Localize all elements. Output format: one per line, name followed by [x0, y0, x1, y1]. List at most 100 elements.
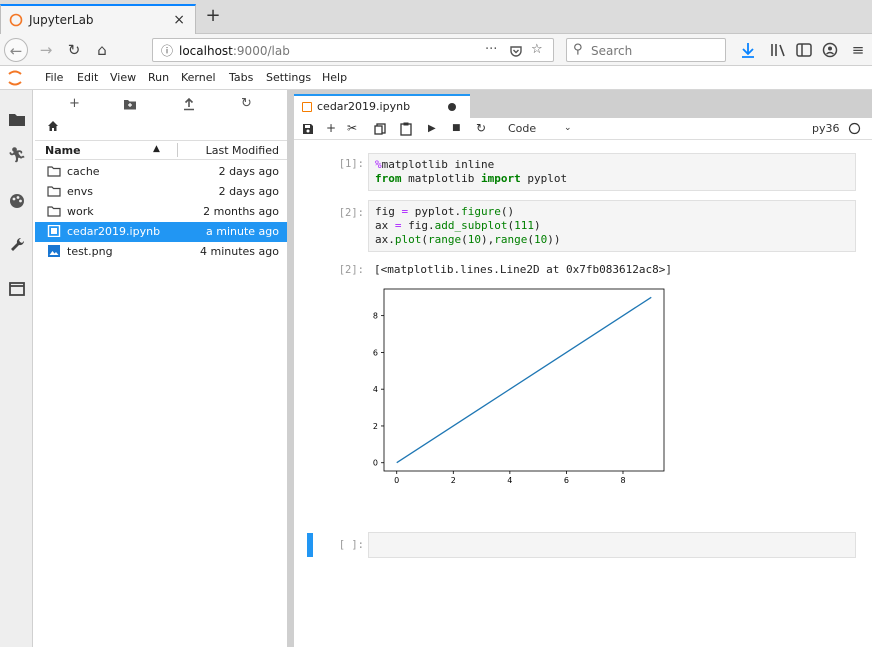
code-cell-input[interactable]: fig = pyplot.figure() ax = fig.add_subpl… [368, 200, 856, 252]
browser-nav-bar: ← → ↻ ⌂ ⓘ localhost:9000/lab ··· ☆ ⚲ Sea… [0, 34, 872, 66]
notebook-panel: + ✂ ▶ ■ ↻ Code ⌄ py36 [1]: %matplotlib i… [294, 118, 872, 647]
y-tick-label: 2 [373, 422, 378, 431]
menu-settings[interactable]: Settings [266, 71, 311, 84]
url-text: localhost:9000/lab [179, 44, 290, 58]
wrench-icon[interactable] [6, 234, 28, 256]
file-name: envs [67, 185, 93, 198]
new-tab-button[interactable]: + [200, 4, 226, 30]
file-row[interactable]: test.png 4 minutes ago [35, 242, 287, 262]
browser-tab[interactable]: JupyterLab × [0, 4, 196, 34]
jupyter-favicon-icon [9, 13, 23, 27]
cut-icon[interactable]: ✂ [347, 121, 357, 135]
reload-icon[interactable]: ↻ [62, 38, 86, 62]
notebook-icon [47, 225, 61, 237]
browser-tab-strip: JupyterLab × + [0, 0, 872, 34]
page-actions-icon[interactable]: ··· [485, 42, 497, 57]
code-cell-input[interactable]: %matplotlib inline from matplotlib impor… [368, 153, 856, 191]
x-tick-label: 4 [507, 476, 512, 485]
file-name: cache [67, 165, 100, 178]
kernel-status-icon [848, 122, 861, 135]
copy-icon[interactable] [374, 123, 386, 135]
menu-kernel[interactable]: Kernel [181, 71, 216, 84]
folder-icon [47, 186, 61, 197]
kernel-name[interactable]: py36 [812, 122, 840, 135]
run-icon[interactable]: ▶ [428, 123, 436, 134]
file-row[interactable]: work 2 months ago [35, 202, 287, 222]
back-arrow-icon[interactable]: ← [4, 38, 28, 62]
output-prompt: [2]: [338, 264, 364, 276]
file-modified: 2 days ago [218, 165, 279, 178]
cell-type-select[interactable]: Code [508, 122, 536, 135]
left-icon-sidebar: 🏃︎ [0, 90, 33, 647]
y-tick-label: 0 [373, 459, 378, 468]
menu-run[interactable]: Run [148, 71, 169, 84]
chevron-down-icon[interactable]: ⌄ [564, 123, 572, 133]
refresh-icon[interactable]: ↻ [241, 96, 252, 111]
file-name: work [67, 205, 94, 218]
modified-column-header[interactable]: Last Modified [206, 144, 279, 157]
url-bar[interactable]: ⓘ localhost:9000/lab ··· ☆ [152, 38, 554, 62]
paste-icon[interactable] [400, 122, 412, 136]
forward-arrow-icon[interactable]: → [34, 38, 58, 62]
search-icon: ⚲ [573, 42, 583, 57]
new-launcher-icon[interactable]: + [69, 96, 80, 111]
cell-prompt: [ ]: [338, 539, 364, 551]
active-cell-indicator [307, 533, 313, 557]
y-tick-label: 4 [373, 385, 378, 394]
menu-hamburger-icon[interactable]: ≡ [846, 38, 870, 62]
sidebar-toggle-icon[interactable] [792, 38, 816, 62]
search-placeholder: Search [591, 44, 633, 58]
file-row[interactable]: envs 2 days ago [35, 182, 287, 202]
tabs-icon[interactable] [6, 278, 28, 300]
notebook-tab[interactable]: cedar2019.ipynb [294, 94, 470, 118]
home-icon[interactable]: ⌂ [90, 38, 114, 62]
close-tab-icon[interactable]: × [173, 12, 185, 28]
menu-help[interactable]: Help [322, 71, 347, 84]
restart-icon[interactable]: ↻ [476, 121, 486, 135]
menu-view[interactable]: View [110, 71, 136, 84]
library-icon[interactable] [766, 38, 790, 62]
x-tick-label: 6 [564, 476, 569, 485]
notebook-icon [302, 102, 312, 112]
search-input[interactable]: ⚲ Search [566, 38, 726, 62]
image-file-icon [48, 245, 60, 257]
running-icon[interactable]: 🏃︎ [6, 146, 28, 168]
home-folder-icon[interactable] [47, 120, 59, 132]
browser-tab-title: JupyterLab [29, 13, 94, 27]
folder-icon[interactable] [6, 108, 28, 130]
x-tick-label: 0 [394, 476, 399, 485]
stop-icon[interactable]: ■ [452, 123, 461, 133]
save-icon[interactable] [302, 123, 314, 135]
bookmark-star-icon[interactable]: ☆ [531, 42, 543, 57]
file-list-header: Name ▲ Last Modified [35, 140, 287, 160]
menu-file[interactable]: File [45, 71, 63, 84]
new-folder-icon[interactable] [123, 98, 137, 110]
jupyter-logo-icon [8, 70, 22, 86]
pocket-icon[interactable] [509, 44, 523, 58]
menu-tabs[interactable]: Tabs [229, 71, 253, 84]
code-cell-input-empty[interactable] [368, 532, 856, 558]
unsaved-indicator-icon[interactable] [448, 103, 456, 111]
file-row-selected[interactable]: cedar2019.ipynb a minute ago [35, 222, 287, 242]
file-modified: a minute ago [206, 225, 279, 238]
file-modified: 4 minutes ago [200, 245, 279, 258]
file-name: cedar2019.ipynb [67, 225, 161, 238]
sort-caret-icon: ▲ [153, 144, 160, 154]
x-tick-label: 2 [451, 476, 456, 485]
insert-cell-icon[interactable]: + [326, 121, 336, 135]
upload-icon[interactable] [183, 97, 195, 111]
jupyter-menu-bar: File Edit View Run Kernel Tabs Settings … [0, 66, 872, 90]
file-browser: + ↻ Name ▲ Last Modified cache 2 days ag… [33, 90, 288, 647]
cell-prompt: [1]: [338, 158, 364, 170]
file-name: test.png [67, 245, 113, 258]
folder-icon [47, 206, 61, 217]
palette-icon[interactable] [6, 190, 28, 212]
notebook-toolbar: + ✂ ▶ ■ ↻ Code ⌄ py36 [294, 118, 872, 140]
file-row[interactable]: cache 2 days ago [35, 162, 287, 182]
file-modified: 2 months ago [203, 205, 279, 218]
menu-edit[interactable]: Edit [77, 71, 98, 84]
info-icon[interactable]: ⓘ [161, 42, 173, 59]
download-icon[interactable] [736, 38, 760, 62]
name-column-header[interactable]: Name [45, 144, 81, 157]
account-icon[interactable] [818, 38, 842, 62]
